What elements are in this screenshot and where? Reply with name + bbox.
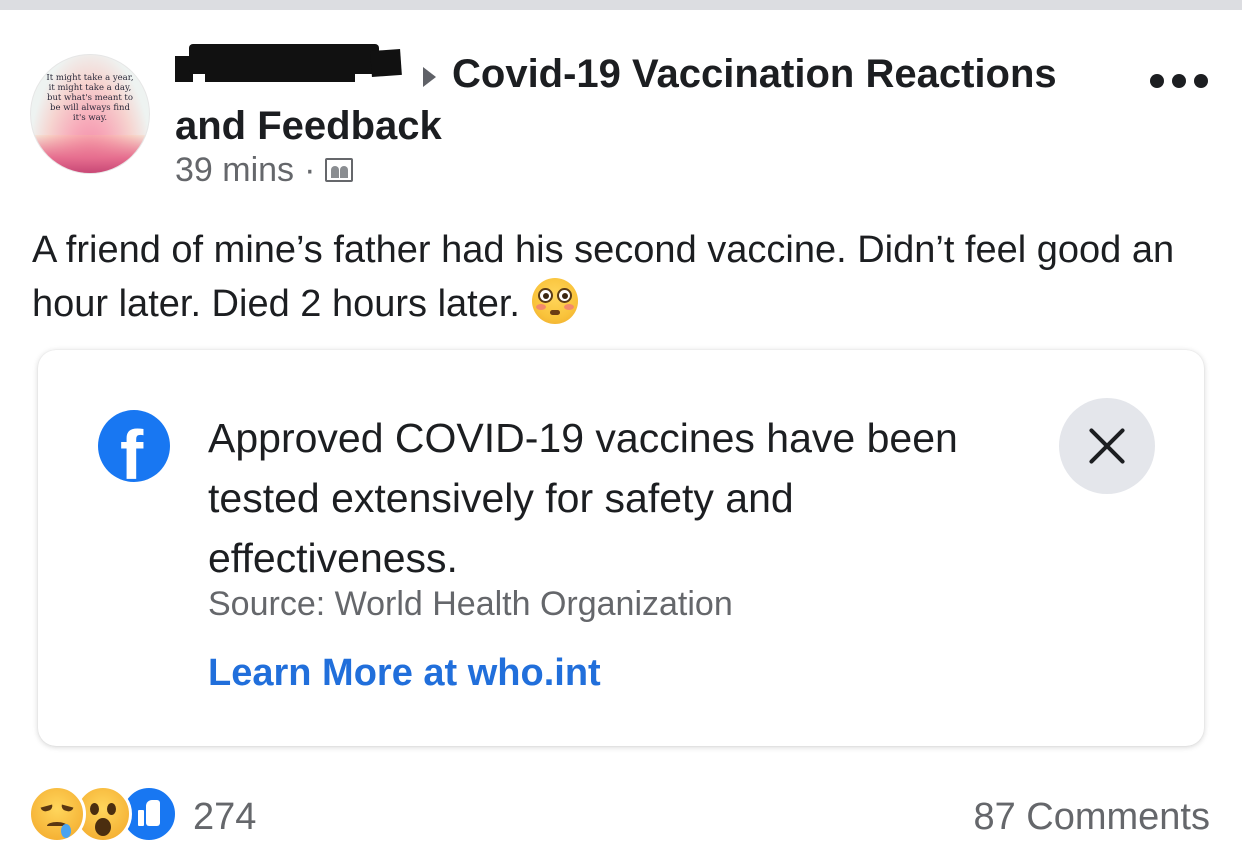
- group-members-icon[interactable]: [325, 158, 354, 182]
- learn-more-link[interactable]: Learn More at who.int: [208, 650, 601, 696]
- top-divider: [0, 0, 1242, 10]
- post-timestamp[interactable]: 39 mins: [175, 151, 294, 190]
- avatar-quote-text: It might take a year, it might take a da…: [46, 73, 134, 123]
- post-meta: 39 mins ·: [175, 150, 354, 190]
- post-body: A friend of mine’s father had his second…: [32, 223, 1212, 331]
- facebook-logo-letter: f: [120, 416, 144, 482]
- close-icon: [1087, 426, 1127, 466]
- covid-info-card: f Approved COVID-19 vaccines have been t…: [38, 350, 1204, 746]
- meta-separator: ·: [304, 150, 316, 189]
- sad-reaction-icon: [28, 785, 86, 843]
- info-card-message: Approved COVID-19 vaccines have been tes…: [208, 415, 958, 581]
- comments-count-link[interactable]: 87 Comments: [973, 794, 1210, 840]
- post-text: A friend of mine’s father had his second…: [32, 229, 1175, 325]
- flushed-face-emoji: [531, 278, 578, 324]
- reaction-count[interactable]: 274: [193, 794, 256, 840]
- facebook-logo-icon: f: [98, 410, 170, 482]
- more-options-icon[interactable]: [1150, 74, 1210, 90]
- feed-post: It might take a year, it might take a da…: [0, 10, 1242, 856]
- group-name-link[interactable]: Covid-19 Vaccination Reactions and Feedb…: [175, 48, 1115, 152]
- avatar[interactable]: It might take a year, it might take a da…: [30, 54, 150, 174]
- dismiss-card-button[interactable]: [1059, 398, 1155, 494]
- info-card-source: Source: World Health Organization: [208, 585, 733, 623]
- avatar-sunset-graphic: [31, 135, 149, 173]
